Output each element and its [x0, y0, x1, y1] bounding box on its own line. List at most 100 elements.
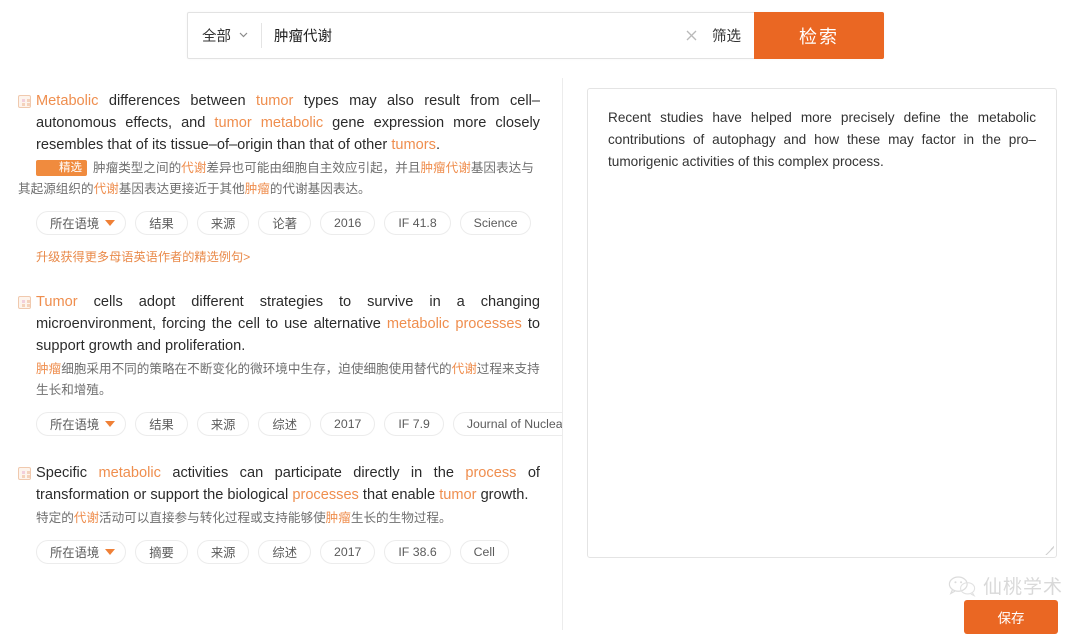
text-run: Specific	[36, 465, 99, 481]
pill-label: Cell	[473, 545, 495, 559]
context-filter-pill[interactable]: 所在语境	[36, 540, 127, 564]
text-run: that enable	[358, 487, 440, 503]
result-sentence-en: Metabolic differences between tumor type…	[18, 90, 540, 156]
result-tags: 所在语境 结果 来源 论著 2016 IF 41.8 Science	[18, 211, 540, 235]
save-button[interactable]: 保存	[964, 600, 1058, 634]
keyword-highlight: 代谢	[73, 511, 99, 525]
main-content: Metabolic differences between tumor type…	[0, 76, 1080, 637]
result-tags: 所在语境 摘要 来源 综述 2017 IF 38.6 Cell	[18, 540, 540, 564]
notepad-textarea[interactable]: Recent studies have helped more precisel…	[587, 88, 1057, 558]
pill-label: IF 7.9	[398, 417, 430, 431]
context-filter-pill[interactable]: 所在语境	[36, 211, 127, 235]
result-item: Tumor cells adopt different strategies t…	[18, 291, 562, 436]
pill-label: 来源	[210, 217, 236, 231]
meta-tag-pill[interactable]: IF 41.8	[384, 211, 451, 235]
text-run: growth.	[476, 487, 529, 503]
search-scope-label: 全部	[202, 29, 231, 45]
clear-search-icon[interactable]	[676, 13, 706, 58]
pill-label: 综述	[272, 546, 298, 560]
text-run: 特定的	[36, 511, 74, 525]
dropdown-triangle-icon	[105, 549, 116, 555]
meta-tag-pill[interactable]: 来源	[196, 540, 250, 564]
meta-tag-pill[interactable]: 2017	[320, 412, 376, 436]
pill-label: 来源	[210, 418, 236, 432]
text-run: 生长的生物过程。	[350, 511, 452, 525]
meta-tag-pill[interactable]: 摘要	[135, 540, 188, 564]
meta-tag-pill[interactable]: 来源	[196, 211, 250, 235]
keyword-highlight: tumor metabolic	[214, 115, 324, 131]
pill-label: 论著	[272, 217, 298, 231]
result-sentence-en: Specific metabolic activities can partic…	[18, 462, 540, 506]
keyword-highlight: processes	[292, 487, 359, 503]
pill-label: 综述	[272, 418, 298, 432]
meta-tag-pill[interactable]: Science	[459, 211, 532, 235]
meta-tag-pill[interactable]: 结果	[135, 211, 188, 235]
text-run: 细胞采用不同的策略在不断变化的微环境中生存，迫使细胞使用替代的	[61, 362, 452, 376]
meta-tag-pill[interactable]: 综述	[258, 412, 312, 436]
meta-tag-pill[interactable]: Journal of Nuclea...	[452, 412, 562, 436]
meta-tag-pill[interactable]: IF 38.6	[384, 540, 451, 564]
result-sentence-cn: 肿瘤细胞采用不同的策略在不断变化的微环境中生存，迫使细胞使用替代的代谢过程来支持…	[18, 359, 540, 401]
meta-tag-pill[interactable]: 结果	[135, 412, 188, 436]
keyword-highlight: tumor	[439, 487, 477, 503]
meta-tag-pill[interactable]: 论著	[258, 211, 312, 235]
pill-label: 来源	[210, 546, 236, 560]
keyword-highlight: 肿瘤	[36, 362, 62, 376]
keyword-highlight: metabolic	[98, 465, 161, 481]
quote-icon	[18, 467, 31, 480]
result-tags: 所在语境 结果 来源 综述 2017 IF 7.9 Journal of Nuclea...	[18, 412, 562, 436]
text-run: activities can participate directly in t…	[160, 465, 466, 481]
pill-label: IF 38.6	[398, 545, 437, 559]
quote-icon	[18, 296, 31, 309]
meta-tag-pill[interactable]: 综述	[258, 540, 312, 564]
meta-tag-pill[interactable]: IF 7.9	[384, 412, 444, 436]
pill-label: Science	[473, 216, 518, 230]
filter-button[interactable]: 筛选	[706, 13, 754, 58]
featured-badge: 精选	[36, 160, 87, 176]
keyword-highlight: Metabolic	[36, 93, 99, 109]
dropdown-triangle-icon	[105, 421, 116, 427]
keyword-highlight: 肿瘤	[244, 182, 270, 196]
result-sentence-en: Tumor cells adopt different strategies t…	[18, 291, 540, 357]
pill-label: IF 41.8	[398, 216, 437, 230]
text-run: 活动可以直接参与转化过程或支持能够使	[98, 511, 326, 525]
pill-label: 结果	[149, 418, 174, 432]
text-run: .	[435, 137, 440, 153]
dropdown-triangle-icon	[105, 220, 116, 226]
result-cn-text: 肿瘤类型之间的代谢差异也可能由细胞自主效应引起，并且肿瘤代谢基因表达与其起源组织…	[18, 161, 534, 196]
keyword-highlight: process	[465, 465, 517, 481]
keyword-highlight: 代谢	[451, 362, 477, 376]
meta-tag-pill[interactable]: 2017	[320, 540, 376, 564]
text-run: 肿瘤类型之间的	[93, 161, 182, 175]
quote-icon	[18, 95, 31, 108]
notepad-panel: Recent studies have helped more precisel…	[563, 76, 1080, 637]
search-scope-dropdown[interactable]: 全部	[188, 13, 262, 58]
keyword-highlight: tumors	[391, 137, 436, 153]
pill-label: Journal of Nuclea...	[466, 417, 562, 431]
search-button[interactable]: 检索	[754, 12, 884, 59]
resize-handle-icon[interactable]	[1042, 543, 1054, 555]
notepad-text: Recent studies have helped more precisel…	[608, 110, 1036, 169]
pill-label: 所在语境	[50, 546, 100, 560]
meta-tag-pill[interactable]: Cell	[459, 540, 509, 564]
pill-label: 2017	[334, 545, 362, 559]
search-bar: 全部 筛选 检索	[187, 12, 884, 59]
search-input[interactable]	[262, 13, 676, 58]
upgrade-link[interactable]: 升级获得更多母语英语作者的精选例句>	[18, 247, 540, 265]
meta-tag-pill[interactable]: 2016	[320, 211, 376, 235]
context-filter-pill[interactable]: 所在语境	[36, 412, 127, 436]
result-item: Metabolic differences between tumor type…	[18, 90, 540, 265]
text-run: 的代谢基因表达。	[269, 182, 371, 196]
pill-label: 所在语境	[50, 418, 100, 432]
results-list: Metabolic differences between tumor type…	[0, 76, 562, 637]
keyword-highlight: metabolic processes	[386, 316, 522, 332]
result-item: Specific metabolic activities can partic…	[18, 462, 540, 564]
app-root: 全部 筛选 检索 Metabolic differences between t…	[0, 0, 1080, 637]
pill-label: 摘要	[149, 546, 174, 560]
result-sentence-cn: 精选 肿瘤类型之间的代谢差异也可能由细胞自主效应引起，并且肿瘤代谢基因表达与其起源…	[18, 158, 540, 200]
meta-tag-pill[interactable]: 来源	[196, 412, 250, 436]
keyword-highlight: 代谢	[93, 182, 119, 196]
chevron-down-icon	[238, 29, 249, 40]
filter-label: 筛选	[712, 29, 741, 45]
keyword-highlight: Tumor	[36, 294, 78, 310]
